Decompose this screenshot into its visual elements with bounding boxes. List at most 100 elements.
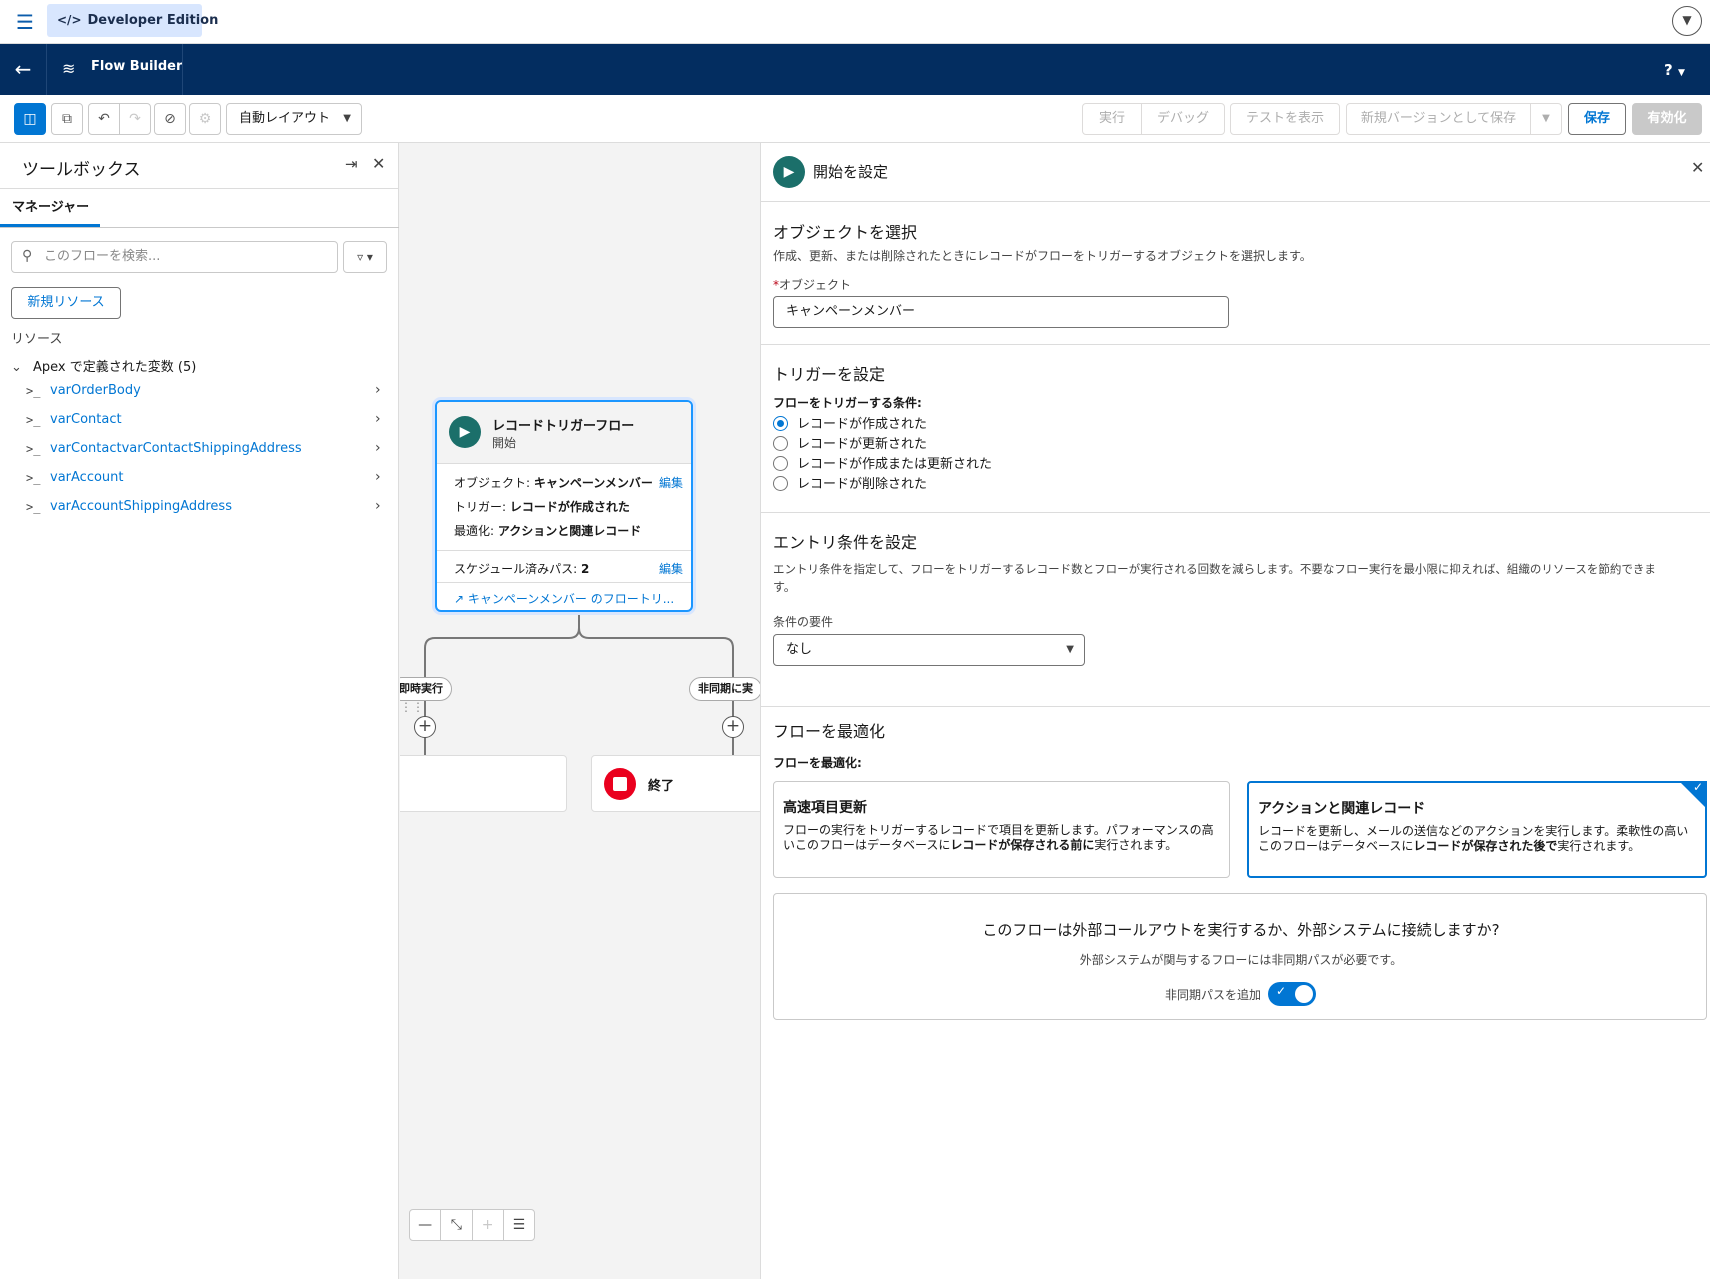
drag-handle-icon[interactable]: ⋮⋮: [400, 700, 424, 714]
save-options-button[interactable]: ▼: [1530, 103, 1562, 135]
close-icon[interactable]: ✕: [1691, 158, 1704, 177]
start-element[interactable]: ▶ レコードトリガーフロー 開始 オブジェクト: キャンペーンメンバー 編集 ト…: [435, 400, 693, 612]
divider: [46, 44, 47, 95]
layout-select[interactable]: 自動レイアウト ▼: [226, 103, 362, 135]
error-check-button[interactable]: ⊘: [154, 103, 186, 135]
chevron-down-icon: ⌄: [11, 360, 22, 375]
run-button[interactable]: 実行: [1082, 103, 1142, 135]
object-section-desc: 作成、更新、または削除されたときにレコードがフローをトリガーするオブジェクトを選…: [773, 249, 1312, 263]
trigger-radio-created-or-updated[interactable]: レコードが作成または更新された: [773, 453, 992, 473]
edit-scheduled-paths-link[interactable]: 編集: [659, 560, 683, 577]
trigger-radio-created[interactable]: レコードが作成された: [773, 413, 927, 433]
entry-section-title: エントリ条件を設定: [773, 533, 918, 552]
chevron-right-icon: ›: [375, 411, 381, 427]
redo-button[interactable]: ↷: [119, 103, 151, 135]
trigger-summary: トリガー: レコードが作成された: [454, 500, 630, 514]
dock-icon[interactable]: ⇥: [345, 155, 358, 173]
variable-icon: >_: [26, 471, 41, 485]
trigger-radio-updated[interactable]: レコードが更新された: [773, 433, 927, 453]
close-icon[interactable]: ✕: [372, 154, 385, 173]
option-actions-related-records[interactable]: ✓ アクションと関連レコード レコードを更新し、メールの送信などのアクションを実…: [1247, 780, 1707, 878]
radio-icon: [773, 436, 788, 451]
app-switcher[interactable]: </> Developer Edition: [47, 4, 218, 37]
play-icon: ▶: [773, 156, 805, 188]
option-fast-field-updates[interactable]: 高速項目更新 フローの実行をトリガーするレコードで項目を更新します。パフォーマン…: [773, 781, 1230, 878]
stop-icon: [604, 768, 636, 800]
path-end-element[interactable]: [400, 755, 567, 812]
radio-icon: [773, 476, 788, 491]
save-as-new-version-button[interactable]: 新規バージョンとして保存: [1346, 103, 1531, 135]
async-toggle-label: 非同期パスを追加: [1165, 988, 1262, 1002]
optimize-section-title: フローを最適化: [773, 722, 886, 741]
chevron-right-icon: ›: [375, 469, 381, 485]
radio-selected-icon: [773, 416, 788, 431]
search-input[interactable]: このフローを検索...: [11, 241, 338, 273]
zoom-out-icon[interactable]: —: [410, 1210, 442, 1240]
radio-icon: [773, 456, 788, 471]
variable-icon: >_: [26, 384, 41, 398]
app-name: Developer Edition: [87, 13, 219, 28]
chevron-down-icon[interactable]: ▼: [1672, 6, 1702, 36]
variable-row[interactable]: >_ varContactvarContactShippingAddress ›: [0, 436, 399, 464]
copy-button[interactable]: ⧉: [51, 103, 83, 135]
divider: [182, 44, 183, 95]
panel-icon: ◫: [23, 111, 37, 127]
variable-row[interactable]: >_ varContact ›: [0, 407, 399, 435]
divider: [0, 227, 399, 228]
entry-section-desc-line1: エントリ条件を指定して、フローをトリガーするレコード数とフローが実行される回数を…: [773, 562, 1656, 576]
new-resource-button[interactable]: 新規リソース: [11, 287, 121, 319]
layout-select-value: 自動レイアウト: [239, 111, 331, 126]
async-path-toggle[interactable]: ✓: [1268, 982, 1316, 1006]
flow-triggers-link[interactable]: ↗ キャンペーンメンバー のフロートリ...: [454, 590, 674, 607]
path-label-immediate[interactable]: 即時実行: [400, 677, 452, 701]
divider: [761, 706, 1710, 707]
object-summary: オブジェクト: キャンペーンメンバー: [454, 476, 653, 490]
settings-button[interactable]: ⚙: [189, 103, 221, 135]
entry-section-desc-line2: す。: [773, 580, 796, 594]
divider: [761, 344, 1710, 345]
fit-view-icon[interactable]: ⤡: [441, 1210, 473, 1240]
arrow-left-icon[interactable]: ←: [10, 56, 36, 82]
apex-variables-group[interactable]: ⌄ Apex で定義された変数 (5): [11, 356, 196, 375]
option-title: 高速項目更新: [783, 800, 867, 816]
debug-button[interactable]: デバッグ: [1141, 103, 1225, 135]
divider: [437, 550, 691, 551]
zoom-in-icon[interactable]: +: [473, 1210, 504, 1240]
resources-label: リソース: [11, 332, 63, 347]
variable-name: varContactvarContactShippingAddress: [50, 441, 302, 456]
hamburger-icon[interactable]: ☰: [12, 9, 38, 35]
help-button[interactable]: ? ▼: [1664, 58, 1698, 82]
undo-button[interactable]: ↶: [88, 103, 120, 135]
variable-row[interactable]: >_ varAccount ›: [0, 465, 399, 493]
external-link-icon: ↗: [454, 592, 465, 606]
toggle-toolbox-button[interactable]: ◫: [14, 103, 46, 135]
start-element-name: レコードトリガーフロー: [492, 419, 635, 434]
callout-desc: 外部システムが関与するフローには非同期パスが必要です。: [1079, 953, 1403, 967]
activate-button[interactable]: 有効化: [1632, 103, 1702, 135]
edit-object-link[interactable]: 編集: [659, 474, 683, 491]
tab-manager[interactable]: マネージャー: [0, 189, 100, 227]
condition-requirements-select[interactable]: なし ▼: [773, 634, 1085, 666]
end-element[interactable]: 終了: [591, 755, 760, 812]
variable-row[interactable]: >_ varOrderBody ›: [0, 378, 399, 406]
variable-name: varOrderBody: [50, 383, 141, 398]
variable-row[interactable]: >_ varAccountShippingAddress ›: [0, 494, 399, 522]
variable-name: varAccountShippingAddress: [50, 499, 232, 514]
flow-canvas[interactable]: ▶ レコードトリガーフロー 開始 オブジェクト: キャンペーンメンバー 編集 ト…: [400, 143, 760, 1279]
condition-requirements-value: なし: [786, 642, 813, 657]
save-button[interactable]: 保存: [1568, 103, 1626, 135]
toolbox-title: ツールボックス: [22, 160, 141, 180]
scheduled-paths-summary: スケジュール済みパス: 2: [454, 562, 590, 576]
trigger-radio-deleted[interactable]: レコードが削除された: [773, 473, 927, 493]
path-label-async[interactable]: 非同期に実: [689, 677, 760, 701]
chevron-right-icon: ›: [375, 382, 381, 398]
add-element-icon[interactable]: +: [414, 716, 436, 738]
external-callout-card: このフローは外部コールアウトを実行するか、外部システムに接続しますか? 外部シス…: [773, 893, 1707, 1020]
object-input[interactable]: キャンペーンメンバー: [773, 296, 1229, 328]
filter-button[interactable]: ▿ ▾: [343, 241, 387, 273]
align-center-icon[interactable]: ☰: [504, 1210, 534, 1240]
search-icon: ⚲: [22, 248, 33, 264]
view-tests-button[interactable]: テストを表示: [1230, 103, 1340, 135]
option-desc: レコードを更新し、メールの送信などのアクションを実行します。柔軟性の高いこのフロ…: [1258, 824, 1689, 853]
add-element-icon[interactable]: +: [722, 716, 744, 738]
